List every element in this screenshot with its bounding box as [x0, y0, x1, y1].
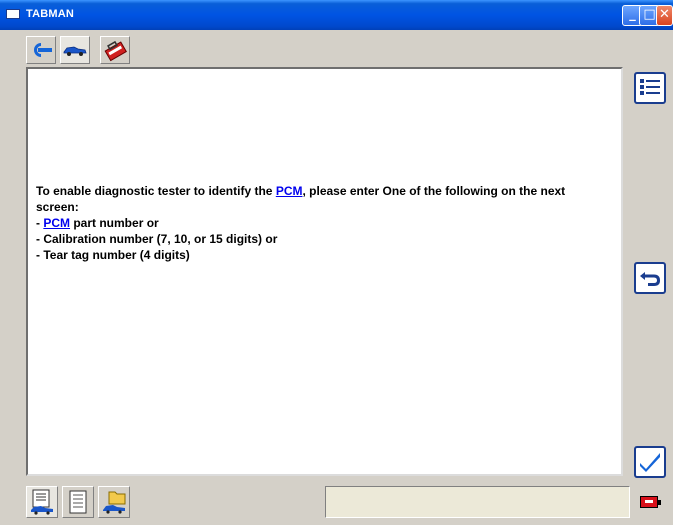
vehicle-tool-button[interactable]: [60, 36, 90, 64]
connect-icon: [34, 43, 52, 57]
content-panel: To enable diagnostic tester to identify …: [26, 67, 623, 476]
pcm-link[interactable]: PCM: [276, 184, 303, 198]
vehicle-data-icon: [31, 489, 53, 515]
message-item-3: - Tear tag number (4 digits): [36, 248, 190, 262]
message-line-1: To enable diagnostic tester to identify …: [36, 183, 611, 215]
notes-button[interactable]: [62, 486, 94, 518]
close-button[interactable]: ✕: [656, 5, 673, 26]
toolbox-tool-button[interactable]: [100, 36, 130, 64]
list-button[interactable]: [634, 72, 666, 104]
message-item-2: - Calibration number (7, 10, or 15 digit…: [36, 232, 278, 246]
top-toolbar: [0, 30, 673, 68]
status-field: [325, 486, 630, 518]
minimize-icon: _: [629, 7, 636, 22]
pcm-link[interactable]: PCM: [43, 216, 70, 230]
checkmark-icon: [640, 453, 660, 472]
message-text: To enable diagnostic tester to identify …: [36, 184, 276, 198]
vehicle-folder-icon: [103, 491, 126, 514]
back-arrow-icon: [640, 272, 660, 286]
app-window: TABMAN _ □ ✕ To enable diagnostic tester…: [0, 0, 673, 525]
notes-icon: [69, 490, 87, 514]
vehicle-icon: [63, 46, 87, 56]
toolbox-icon: [104, 40, 127, 62]
title-bar[interactable]: TABMAN _ □ ✕: [0, 0, 673, 30]
app-icon: [6, 9, 20, 19]
bottom-toolbar: [0, 478, 673, 525]
item-text: part number or: [70, 216, 159, 230]
battery-icon: [640, 496, 661, 508]
message-item-1: - PCM part number or: [36, 215, 611, 231]
connect-tool-button[interactable]: [26, 36, 56, 64]
close-icon: ✕: [659, 7, 670, 22]
confirm-button[interactable]: [634, 446, 666, 478]
maximize-icon: □: [643, 7, 656, 22]
vehicle-folder-button[interactable]: [98, 486, 130, 518]
list-icon: [640, 79, 660, 95]
window-title: TABMAN: [26, 8, 75, 20]
instruction-message: To enable diagnostic tester to identify …: [36, 183, 611, 263]
vehicle-data-button[interactable]: [26, 486, 58, 518]
back-button[interactable]: [634, 262, 666, 294]
